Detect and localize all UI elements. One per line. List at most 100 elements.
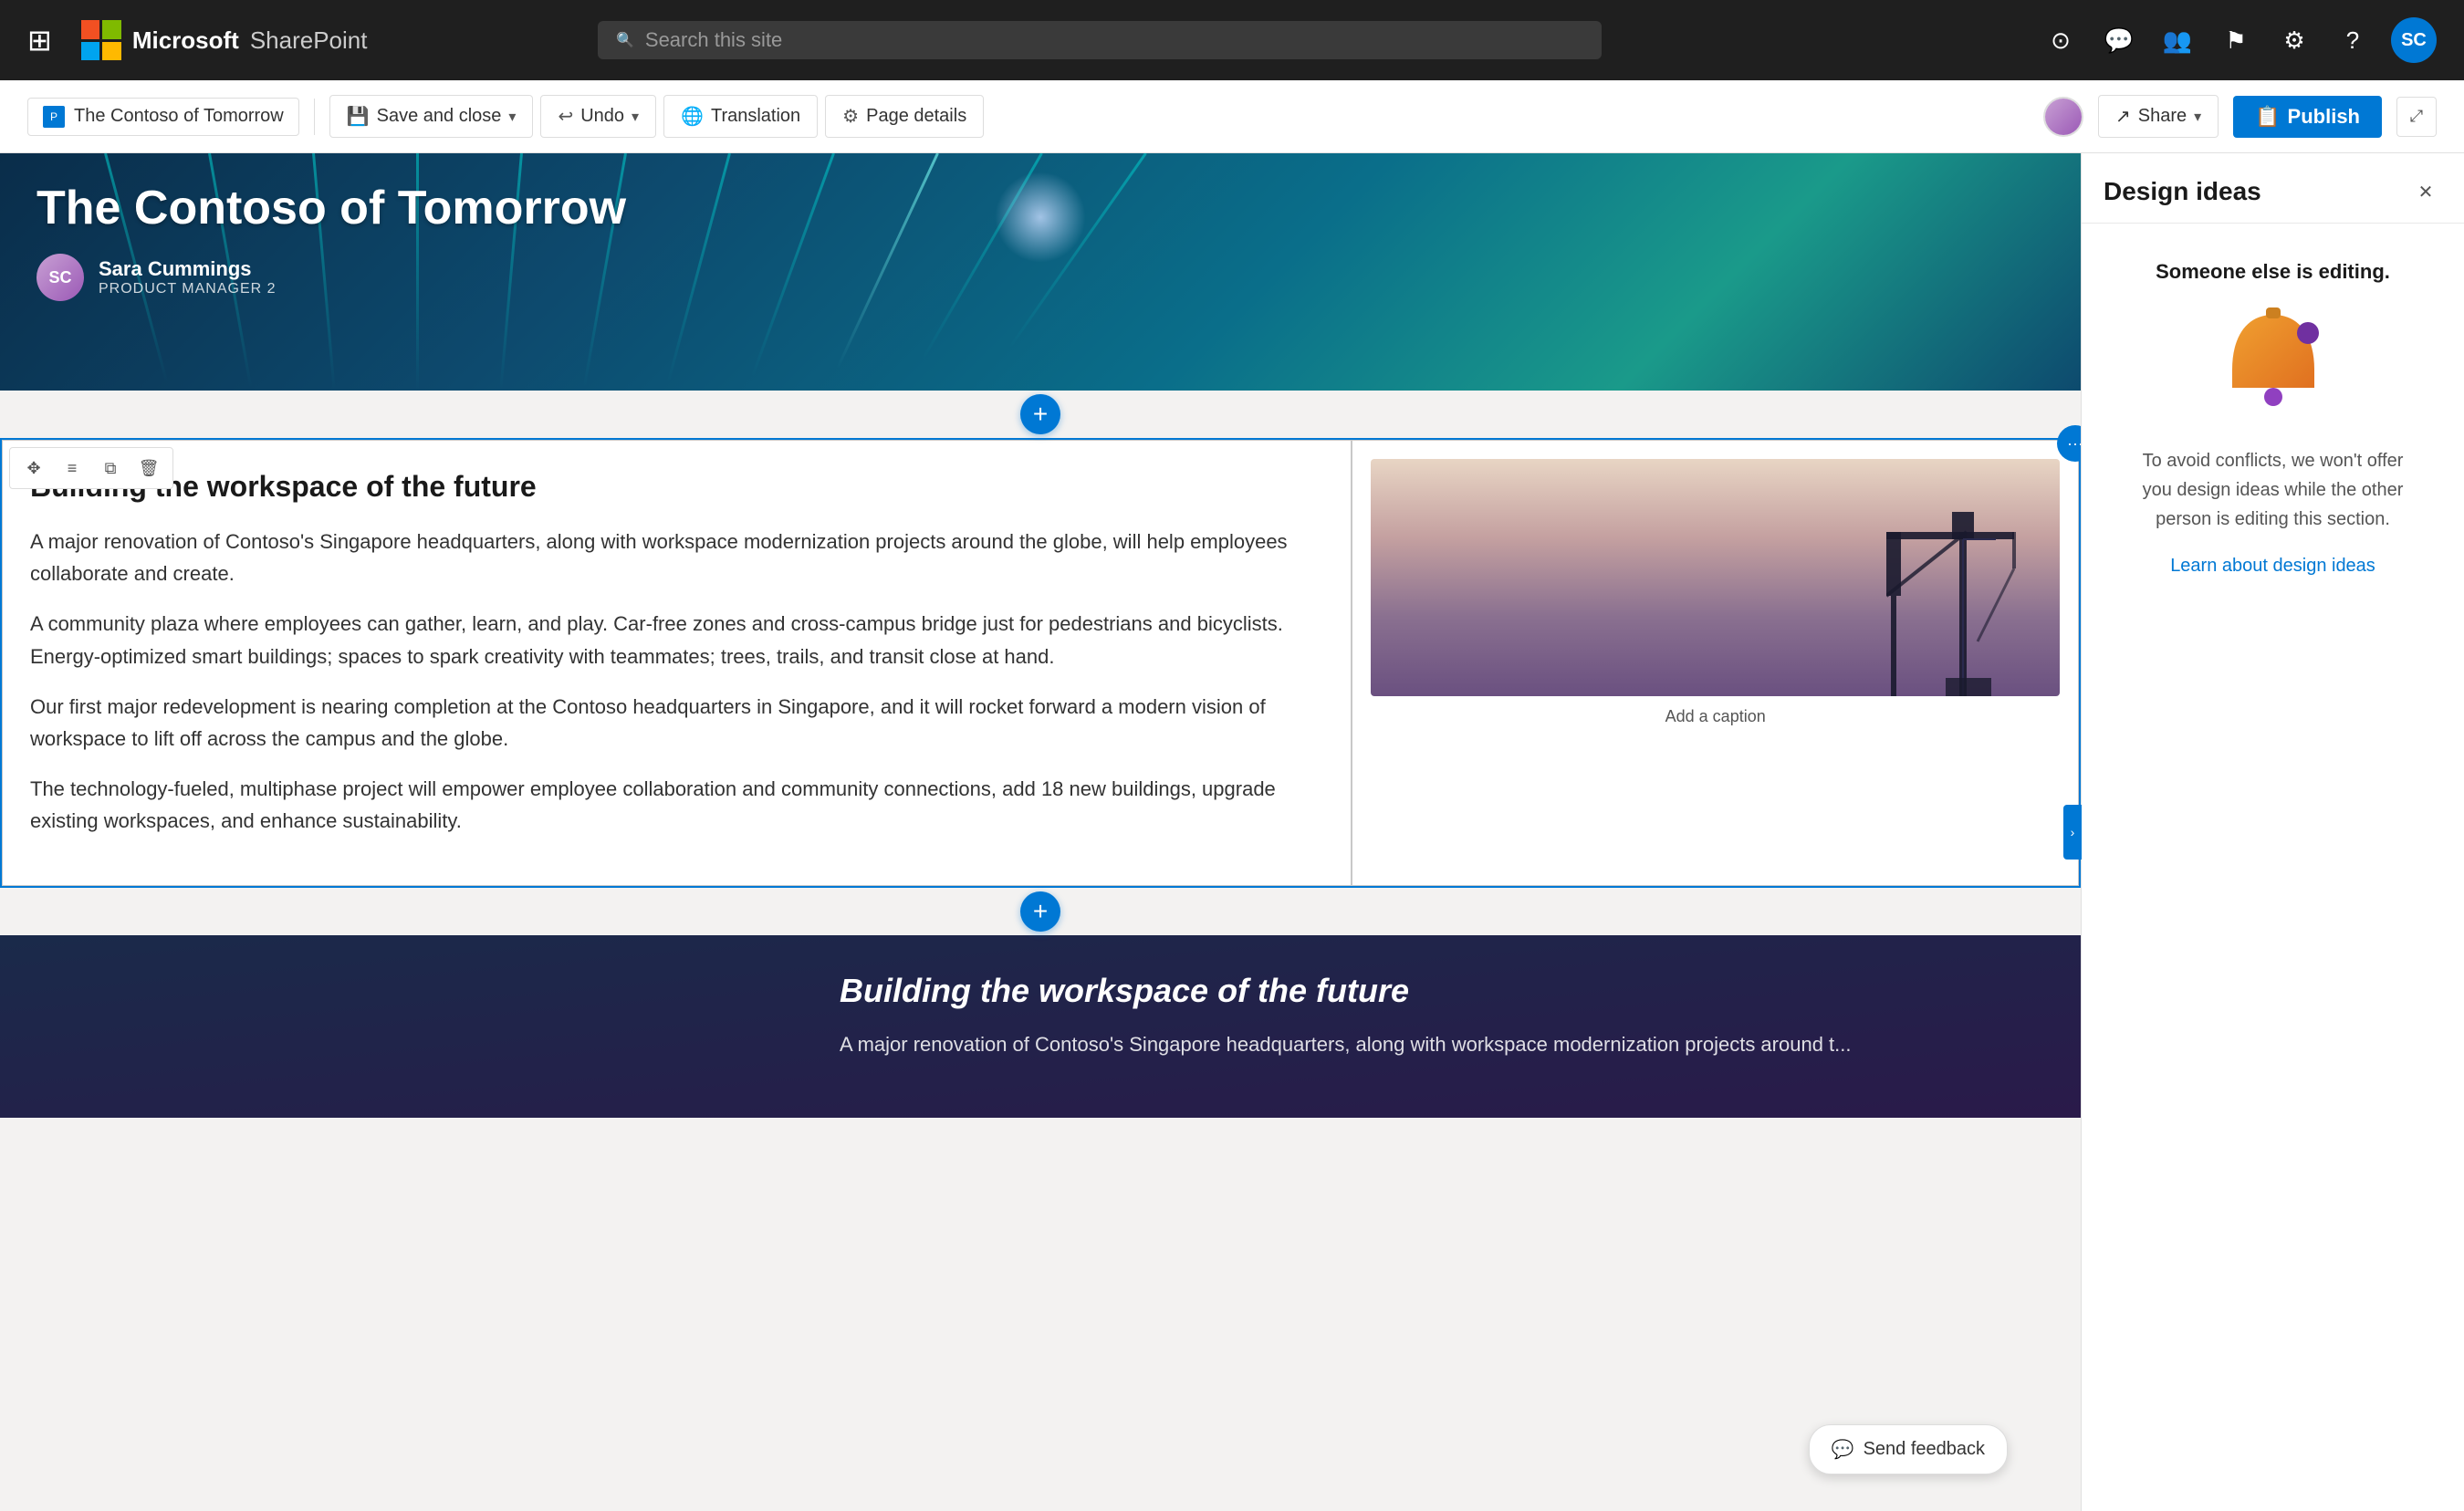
nav-icons: ⊙ 💬 👥 ⚑ ⚙ ? SC	[2041, 17, 2437, 63]
publish-button[interactable]: 📋 Publish	[2233, 96, 2382, 138]
page-tab-label: The Contoso of Tomorrow	[74, 106, 284, 127]
content-para-1: A major renovation of Contoso's Singapor…	[30, 526, 1323, 589]
page-tab[interactable]: P The Contoso of Tomorrow	[27, 98, 299, 136]
share-chevron: ▾	[2194, 108, 2201, 126]
toolbar: P The Contoso of Tomorrow 💾 Save and clo…	[0, 80, 2464, 153]
content-section: ✥ ≡ ⧉ 🗑 Building the workspace of the fu…	[0, 438, 2081, 888]
dark-section-title: Building the workspace of the future	[840, 972, 2044, 1010]
publish-label: Publish	[2288, 105, 2360, 129]
ms-logo-sq3	[81, 42, 100, 61]
content-para-2: A community plaza where employees can ga…	[30, 608, 1323, 672]
undo-icon: ↩	[558, 105, 573, 128]
send-feedback-button[interactable]: 💬 Send feedback	[1809, 1424, 2008, 1475]
add-section-btn-2: +	[0, 888, 2081, 935]
dark-section: Building the workspace of the future A m…	[0, 935, 2081, 1118]
design-panel-body: Someone else is editing.	[2082, 224, 2464, 613]
hero-author: SC Sara Cummings Product Manager 2	[37, 254, 2044, 301]
page-content[interactable]: The Contoso of Tomorrow SC Sara Cummings…	[0, 153, 2081, 1511]
main-area: The Contoso of Tomorrow SC Sara Cummings…	[0, 153, 2464, 1511]
content-para-4: The technology-fueled, multiphase projec…	[30, 773, 1323, 837]
bell-illustration	[2219, 306, 2328, 424]
save-close-label: Save and close	[377, 106, 502, 127]
add-section-circle-1[interactable]: +	[1020, 394, 1060, 434]
nav-user-avatar[interactable]: SC	[2391, 17, 2437, 63]
help-icon[interactable]: ?	[2333, 20, 2373, 60]
bell-svg	[2219, 306, 2328, 424]
translation-button[interactable]: 🌐 Translation	[663, 95, 818, 138]
page-details-icon: ⚙	[842, 105, 859, 128]
design-panel-header: Design ideas ✕	[2082, 153, 2464, 224]
top-nav: ⊞ Microsoft SharePoint 🔍 ⊙ 💬 👥 ⚑ ⚙ ? SC	[0, 0, 2464, 80]
nav-brand-label: Microsoft	[132, 26, 239, 55]
undo-chevron: ▾	[632, 108, 639, 126]
settings-icon[interactable]: ⚙	[2274, 20, 2314, 60]
crane-svg	[1886, 477, 2051, 696]
save-icon: 💾	[347, 105, 370, 128]
add-section-circle-2[interactable]: +	[1020, 891, 1060, 932]
share-button[interactable]: ↗ Share ▾	[2098, 95, 2219, 138]
dark-section-para: A major renovation of Contoso's Singapor…	[840, 1028, 2044, 1060]
toolbar-separator-1	[314, 99, 315, 135]
section-copy-button[interactable]: ⧉	[94, 452, 127, 485]
search-icon: 🔍	[616, 31, 634, 49]
hero-section: The Contoso of Tomorrow SC Sara Cummings…	[0, 153, 2081, 391]
toolbar-user-avatar[interactable]	[2043, 97, 2083, 137]
page-details-label: Page details	[866, 106, 966, 127]
panel-collapse-handle[interactable]: ›	[2063, 805, 2082, 860]
hero-title: The Contoso of Tomorrow	[37, 181, 2044, 235]
ms-logo-sq2	[102, 20, 121, 39]
collapse-button[interactable]: ⤢	[2396, 97, 2437, 137]
feedback-label: Send feedback	[1864, 1439, 1985, 1460]
author-role: Product Manager 2	[99, 281, 277, 297]
column-right: ···	[1352, 440, 2079, 886]
section-settings-button[interactable]: ≡	[56, 452, 89, 485]
content-para-3: Our first major redevelopment is nearing…	[30, 691, 1323, 755]
section-delete-button[interactable]: 🗑	[132, 452, 165, 485]
content-heading: Building the workspace of the future	[30, 470, 1323, 504]
author-name: Sara Cummings	[99, 257, 277, 281]
feedback-icon: 💬	[1832, 1438, 1854, 1461]
share-label: Share	[2138, 106, 2187, 127]
nav-search: 🔍	[598, 21, 1602, 59]
search-input[interactable]	[645, 28, 1583, 52]
waffle-icon[interactable]: ⊞	[27, 23, 52, 57]
image-placeholder[interactable]	[1371, 459, 2060, 696]
design-description: To avoid conflicts, we won't offer you d…	[2127, 446, 2419, 534]
toolbar-right: ↗ Share ▾ 📋 Publish ⤢	[2043, 95, 2437, 138]
columns-layout: Building the workspace of the future A m…	[2, 440, 2079, 886]
editing-notice: Someone else is editing.	[2156, 260, 2390, 284]
accessibility-icon[interactable]: ⊙	[2041, 20, 2081, 60]
webpart-edit-button[interactable]: ···	[2057, 425, 2081, 462]
author-info: Sara Cummings Product Manager 2	[99, 257, 277, 297]
people-icon[interactable]: 👥	[2157, 20, 2198, 60]
undo-label: Undo	[580, 106, 624, 127]
design-panel-close-button[interactable]: ✕	[2409, 175, 2442, 208]
ms-logo-sq1	[81, 20, 100, 39]
flag-icon[interactable]: ⚑	[2216, 20, 2256, 60]
ms-logo-sq4	[102, 42, 121, 61]
feedback-icon[interactable]: 💬	[2099, 20, 2139, 60]
nav-product-label: SharePoint	[250, 26, 368, 55]
section-move-button[interactable]: ✥	[17, 452, 50, 485]
share-icon: ↗	[2115, 105, 2131, 128]
save-close-chevron: ▾	[508, 108, 516, 126]
publish-icon: 📋	[2255, 105, 2280, 129]
add-section-btn-1: +	[0, 391, 2081, 438]
image-caption[interactable]: Add a caption	[1665, 707, 1766, 726]
column-left: Building the workspace of the future A m…	[2, 440, 1352, 886]
undo-button[interactable]: ↩ Undo ▾	[540, 95, 656, 138]
learn-about-design-ideas-link[interactable]: Learn about design ideas	[2170, 556, 2375, 577]
author-avatar: SC	[37, 254, 84, 301]
nav-logo: Microsoft SharePoint	[81, 20, 368, 60]
page-icon: P	[43, 106, 65, 128]
microsoft-logo	[81, 20, 121, 60]
dark-section-right: Building the workspace of the future A m…	[840, 972, 2044, 1060]
page-details-button[interactable]: ⚙ Page details	[825, 95, 984, 138]
hero-content: The Contoso of Tomorrow SC Sara Cummings…	[0, 153, 2081, 328]
save-close-button[interactable]: 💾 Save and close ▾	[329, 95, 534, 138]
design-panel-title: Design ideas	[2104, 177, 2261, 206]
section-toolbar: ✥ ≡ ⧉ 🗑	[9, 447, 173, 489]
translation-icon: 🌐	[681, 105, 704, 128]
design-panel: › Design ideas ✕ Someone else is editing…	[2081, 153, 2464, 1511]
translation-label: Translation	[711, 106, 800, 127]
